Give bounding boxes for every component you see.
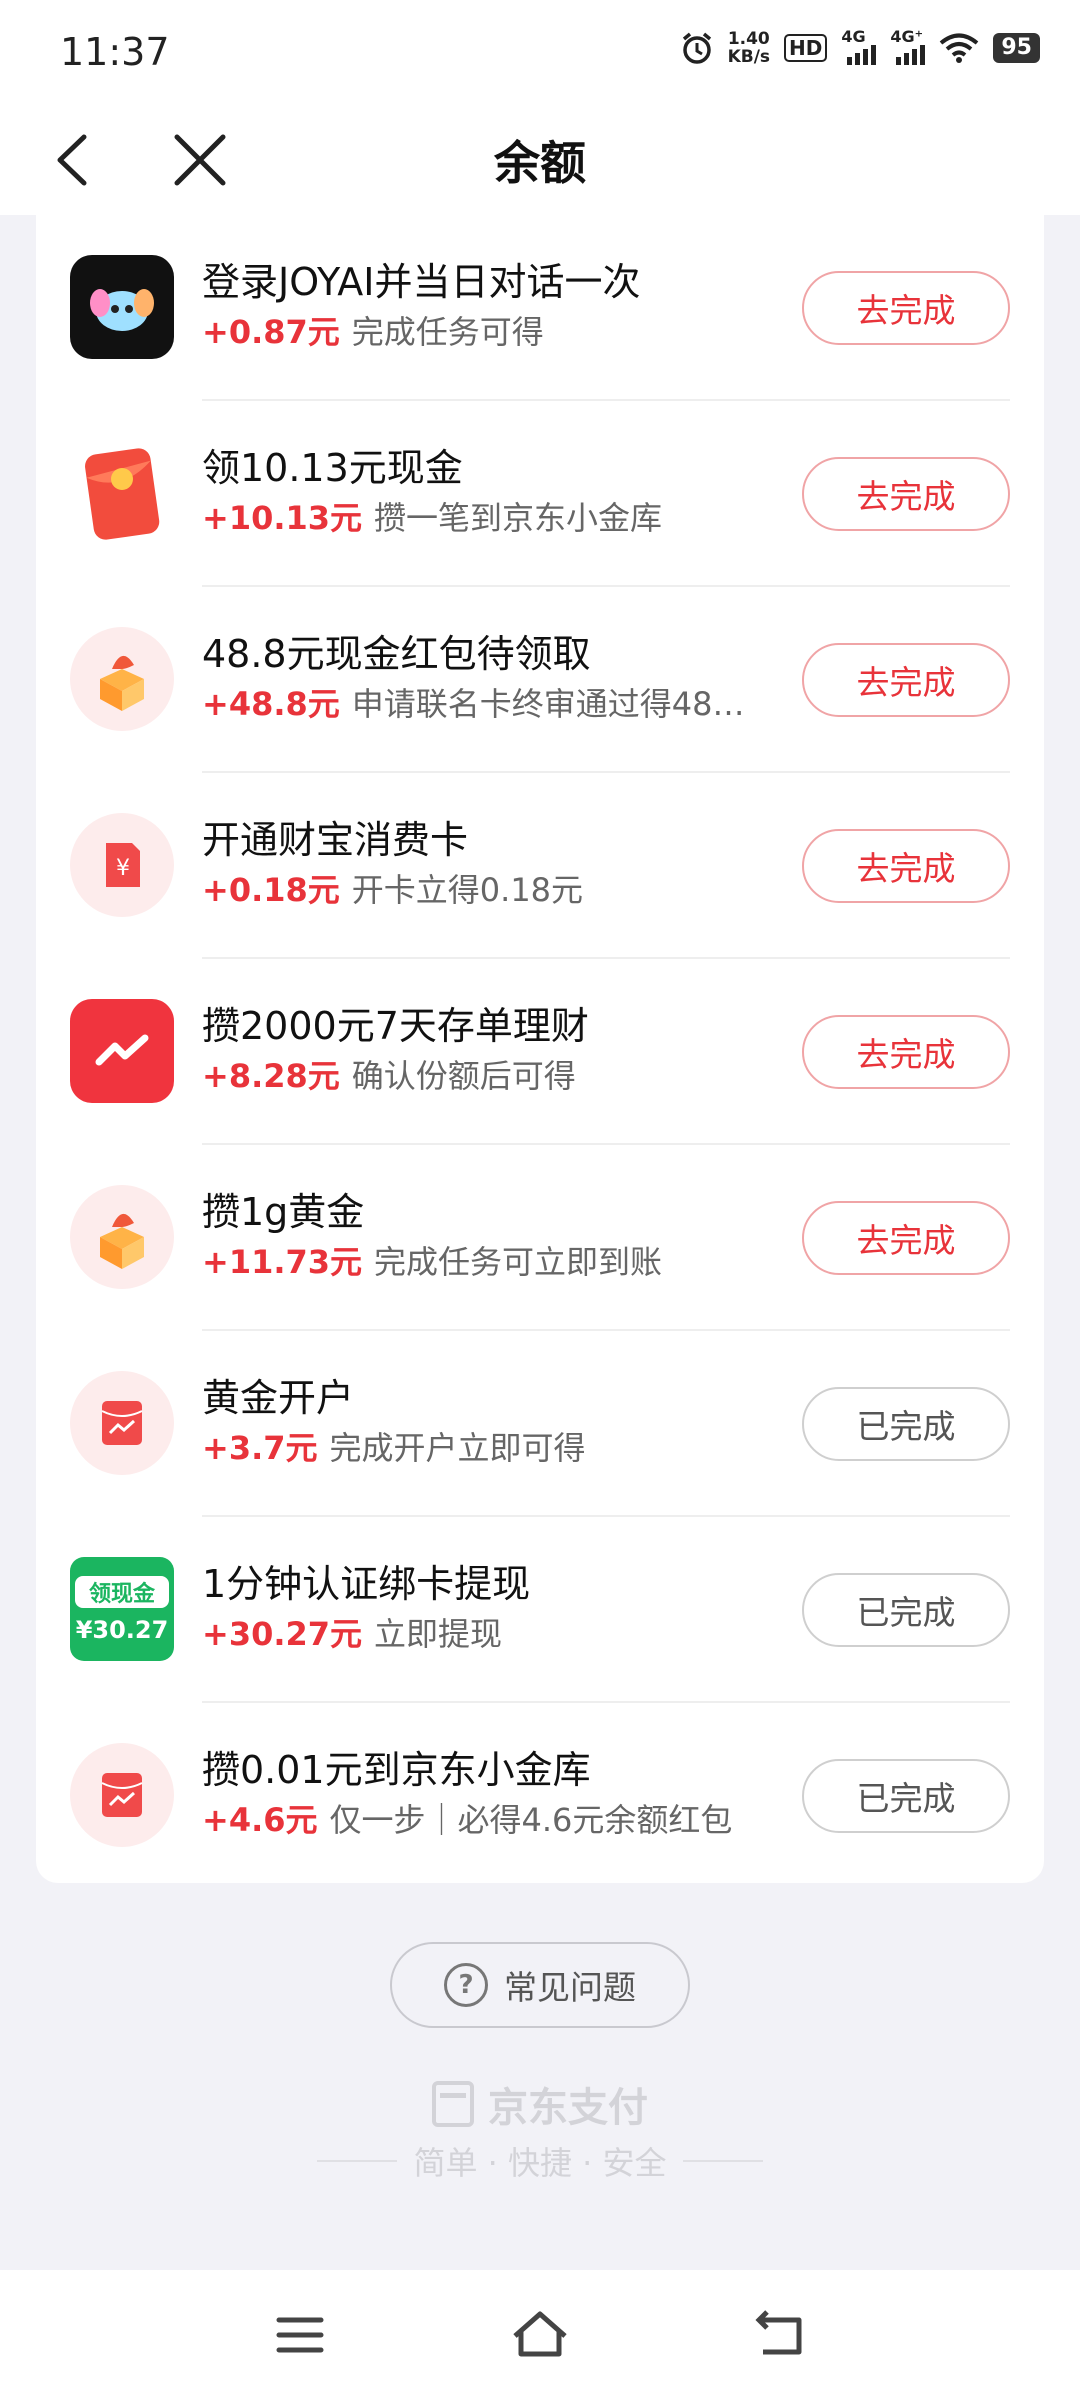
completed-button[interactable]: 已完成 xyxy=(802,1759,1010,1833)
net-speed-value: 1.40 xyxy=(727,29,770,49)
completed-button[interactable]: 已完成 xyxy=(802,1387,1010,1461)
footer-brand: 京东支付 xyxy=(0,2075,1080,2133)
reward-desc: 确认份额后可得 xyxy=(351,1057,576,1095)
wifi-icon xyxy=(940,33,979,63)
task-row: 48.8元现金红包待领取 +48.8元 申请联名卡终审通过得48… 去完成 xyxy=(36,587,1044,773)
go-complete-button[interactable]: 去完成 xyxy=(802,457,1010,531)
task-reward: +30.27元 立即提现 xyxy=(202,1609,782,1655)
status-icons: 1.40 KB/s HD 4G 4G⁺ 95 xyxy=(680,27,1040,66)
alarm-icon xyxy=(682,32,711,64)
reward-amount: +11.73元 xyxy=(202,1243,363,1281)
go-complete-button[interactable]: 去完成 xyxy=(802,1201,1010,1275)
reward-desc: 开卡立得0.18元 xyxy=(351,871,584,909)
net-speed: 1.40 KB/s xyxy=(728,30,770,66)
go-complete-button[interactable]: 去完成 xyxy=(802,1015,1010,1089)
red-packet-trend-icon xyxy=(70,1371,174,1475)
task-title: 攒0.01元到京东小金库 xyxy=(202,1748,591,1792)
task-row: 领10.13元现金 +10.13元 攒一笔到京东小金库 去完成 xyxy=(36,401,1044,587)
task-row: 登录JOYAI并当日对话一次 +0.87元 完成任务可得 去完成 xyxy=(36,215,1044,401)
reward-desc: 完成任务可得 xyxy=(351,313,544,351)
faq-button[interactable]: ? 常见问题 xyxy=(390,1942,690,2028)
signal-icon: 4G⁺ xyxy=(890,27,926,65)
reward-desc: 完成开户立即可得 xyxy=(329,1429,586,1467)
reward-amount: +3.7元 xyxy=(202,1429,318,1467)
menu-icon[interactable] xyxy=(265,2300,335,2370)
task-title: 领10.13元现金 xyxy=(202,446,463,490)
task-title: 1分钟认证绑卡提现 xyxy=(202,1562,531,1606)
task-reward: +3.7元 完成开户立即可得 xyxy=(202,1423,782,1469)
reward-desc: 申请联名卡终审通过得48… xyxy=(351,685,745,723)
task-title: 48.8元现金红包待领取 xyxy=(202,632,591,676)
reward-amount: +4.6元 xyxy=(202,1801,318,1839)
task-reward: +11.73元 完成任务可立即到账 xyxy=(202,1237,782,1283)
status-bar: 11:37 1.40 KB/s HD 4G 4G⁺ 95 xyxy=(0,0,1080,105)
top-nav-bar: 余额 xyxy=(0,105,1080,215)
trend-chart-icon xyxy=(70,999,174,1103)
task-title: 攒2000元7天存单理财 xyxy=(202,1004,589,1048)
system-nav-bar xyxy=(0,2270,1080,2400)
task-reward: +10.13元 攒一笔到京东小金库 xyxy=(202,493,782,539)
red-packet-trend-icon xyxy=(70,1743,174,1847)
task-reward: +8.28元 确认份额后可得 xyxy=(202,1051,782,1097)
reward-amount: +48.8元 xyxy=(202,685,340,723)
signal-label: 4G⁺ xyxy=(890,27,924,46)
battery-indicator: 95 xyxy=(993,33,1040,63)
badge-bottom-label: ¥30.27 xyxy=(75,1616,169,1644)
home-icon[interactable] xyxy=(505,2300,575,2370)
jd-pay-logo-icon xyxy=(432,2081,474,2127)
go-complete-button[interactable]: 去完成 xyxy=(802,829,1010,903)
divider xyxy=(682,2160,763,2162)
completed-button[interactable]: 已完成 xyxy=(802,1573,1010,1647)
task-reward: +0.87元 完成任务可得 xyxy=(202,307,782,353)
footer-slogan: 简单 · 快捷 · 安全 xyxy=(0,2138,1080,2184)
task-list-card: 登录JOYAI并当日对话一次 +0.87元 完成任务可得 去完成 领10.13元现… xyxy=(36,215,1044,1883)
task-title: 黄金开户 xyxy=(202,1376,355,1420)
badge-top-label: 领现金 xyxy=(75,1576,169,1608)
red-envelope-icon xyxy=(70,441,174,545)
yuan-card-icon: ¥ xyxy=(70,813,174,917)
signal-label: 4G xyxy=(841,27,866,46)
faq-label: 常见问题 xyxy=(504,1968,636,2007)
gift-box-icon xyxy=(70,1185,174,1289)
hd-icon: HD xyxy=(784,34,828,62)
reward-amount: +30.27元 xyxy=(202,1615,363,1653)
reward-amount: +10.13元 xyxy=(202,499,363,537)
task-reward: +48.8元 申请联名卡终审通过得48… xyxy=(202,679,782,725)
back-icon[interactable] xyxy=(745,2300,815,2370)
reward-desc: 完成任务可立即到账 xyxy=(374,1243,663,1281)
reward-amount: +8.28元 xyxy=(202,1057,340,1095)
reward-desc: 立即提现 xyxy=(374,1615,503,1653)
task-row: 攒2000元7天存单理财 +8.28元 确认份额后可得 去完成 xyxy=(36,959,1044,1145)
task-row: 攒0.01元到京东小金库 +4.6元 仅一步｜必得4.6元余额红包 已完成 xyxy=(36,1703,1044,1889)
net-speed-unit: KB/s xyxy=(727,47,771,67)
task-title: 开通财宝消费卡 xyxy=(202,818,469,862)
svg-text:¥: ¥ xyxy=(116,856,130,881)
cash-badge-icon: 领现金 ¥30.27 xyxy=(70,1557,174,1661)
status-time: 11:37 xyxy=(60,30,170,74)
question-icon: ? xyxy=(444,1963,488,2007)
task-row: 黄金开户 +3.7元 完成开户立即可得 已完成 xyxy=(36,1331,1044,1517)
task-reward: +4.6元 仅一步｜必得4.6元余额红包 xyxy=(202,1795,782,1841)
task-reward: +0.18元 开卡立得0.18元 xyxy=(202,865,782,911)
go-complete-button[interactable]: 去完成 xyxy=(802,643,1010,717)
task-row: ¥ 开通财宝消费卡 +0.18元 开卡立得0.18元 去完成 xyxy=(36,773,1044,959)
task-row: 攒1g黄金 +11.73元 完成任务可立即到账 去完成 xyxy=(36,1145,1044,1331)
reward-desc: 攒一笔到京东小金库 xyxy=(374,499,663,537)
slogan-text: 简单 · 快捷 · 安全 xyxy=(413,2144,667,2182)
joyai-app-icon xyxy=(70,255,174,359)
signal-icon: 4G xyxy=(841,27,877,65)
page-title: 余额 xyxy=(494,136,586,190)
gift-box-icon xyxy=(70,627,174,731)
brand-name: 京东支付 xyxy=(488,2085,648,2131)
reward-amount: +0.87元 xyxy=(202,313,340,351)
task-title: 登录JOYAI并当日对话一次 xyxy=(202,260,641,304)
divider xyxy=(317,2160,398,2162)
go-complete-button[interactable]: 去完成 xyxy=(802,271,1010,345)
task-title: 攒1g黄金 xyxy=(202,1190,365,1234)
task-row: 领现金 ¥30.27 1分钟认证绑卡提现 +30.27元 立即提现 已完成 xyxy=(36,1517,1044,1703)
reward-amount: +0.18元 xyxy=(202,871,340,909)
reward-desc: 仅一步｜必得4.6元余额红包 xyxy=(329,1801,733,1839)
